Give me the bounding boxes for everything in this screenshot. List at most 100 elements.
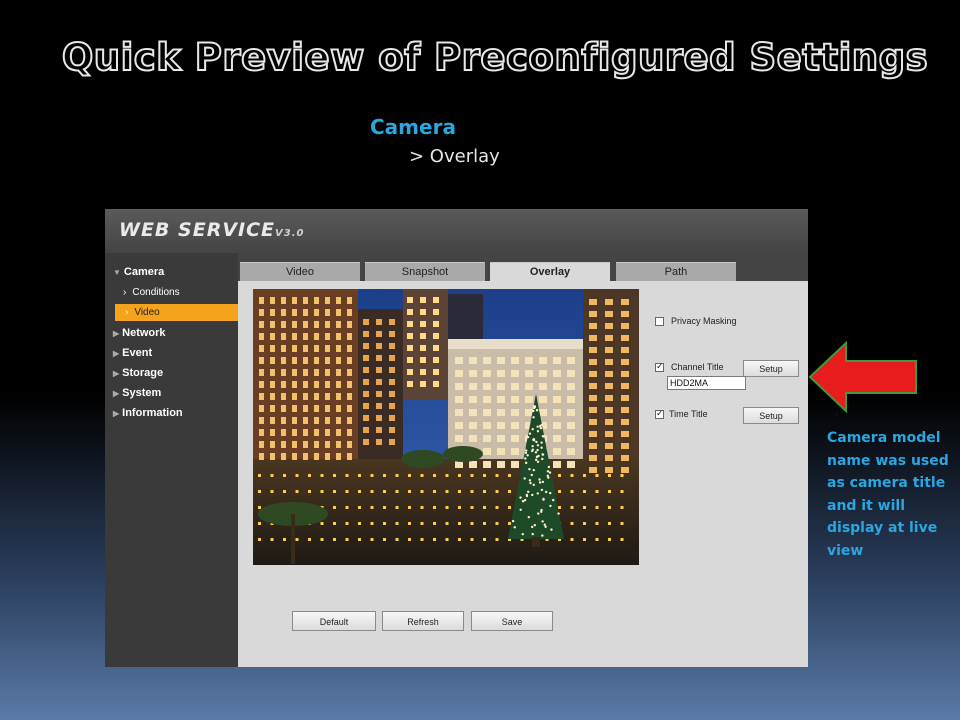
window-light	[346, 474, 349, 477]
sidebar-item-label: Conditions	[132, 287, 179, 298]
window-light	[303, 381, 308, 388]
window-light	[389, 379, 395, 385]
sidebar-item-information[interactable]: ▶ Information	[113, 407, 183, 419]
window-light	[292, 333, 297, 340]
window-light	[589, 299, 597, 305]
window-light	[455, 409, 463, 416]
window-light	[605, 455, 613, 461]
window-light	[314, 333, 319, 340]
sidebar-item-event[interactable]: ▶ Event	[113, 347, 152, 359]
window-light	[303, 441, 308, 448]
privacy-masking-checkbox[interactable]	[655, 317, 664, 326]
channel-title-setup-button[interactable]: Setup	[743, 360, 799, 377]
window-light	[496, 490, 499, 493]
window-light	[558, 506, 561, 509]
tab-snapshot[interactable]: Snapshot	[365, 262, 485, 281]
window-light	[420, 345, 426, 351]
window-light	[389, 367, 395, 373]
window-light	[511, 370, 519, 377]
sidebar-item-storage[interactable]: ▶ Storage	[113, 367, 163, 379]
window-light	[471, 474, 474, 477]
tree-light	[528, 468, 530, 470]
window-light	[389, 391, 395, 397]
channel-title-input[interactable]	[667, 376, 746, 390]
default-button[interactable]: Default	[292, 611, 376, 631]
sidebar-item-network[interactable]: ▶ Network	[113, 327, 166, 339]
window-light	[308, 474, 311, 477]
window-light	[605, 299, 613, 305]
tree-light	[539, 481, 541, 483]
window-light	[558, 474, 561, 477]
window-light	[497, 435, 505, 442]
window-light	[508, 490, 511, 493]
window-light	[283, 490, 286, 493]
tree-light	[525, 452, 527, 454]
city-scene-image	[253, 289, 639, 565]
sidebar-item-conditions[interactable]: › Conditions	[123, 287, 180, 298]
tree-light	[522, 500, 524, 502]
window-light	[433, 381, 439, 387]
window-light	[363, 415, 369, 421]
window-light	[469, 422, 477, 429]
save-button[interactable]: Save	[471, 611, 553, 631]
tree-light	[536, 426, 538, 428]
window-light	[621, 299, 629, 305]
window-light	[553, 448, 561, 455]
sidebar-item-system[interactable]: ▶ System	[113, 387, 161, 399]
check-icon: ✓	[656, 408, 664, 419]
tree-light	[542, 435, 544, 437]
refresh-button[interactable]: Refresh	[382, 611, 464, 631]
window-light	[346, 506, 349, 509]
window-light	[420, 357, 426, 363]
window-light	[336, 381, 341, 388]
window-light	[308, 538, 311, 541]
window-light	[496, 522, 499, 525]
window-light	[281, 297, 286, 304]
window-light	[458, 506, 461, 509]
window-light	[583, 506, 586, 509]
sidebar-item-label: Information	[122, 407, 183, 419]
window-light	[511, 396, 519, 403]
window-light	[333, 522, 336, 525]
window-light	[446, 506, 449, 509]
window-light	[433, 321, 439, 327]
tree-light	[535, 451, 537, 453]
window-light	[346, 522, 349, 525]
window-light	[303, 321, 308, 328]
sidebar-item-video[interactable]: › Video	[115, 304, 238, 321]
channel-title-checkbox[interactable]: ✓	[655, 363, 664, 372]
tab-overlay[interactable]: Overlay	[490, 262, 610, 281]
window-light	[336, 369, 341, 376]
tree-light	[524, 457, 526, 459]
window-light	[583, 522, 586, 525]
window-light	[567, 435, 575, 442]
window-light	[420, 369, 426, 375]
window-light	[511, 422, 519, 429]
tab-video[interactable]: Video	[240, 262, 360, 281]
tree-light	[537, 492, 539, 494]
caret-right-icon: ▶	[113, 349, 119, 358]
window-light	[605, 311, 613, 317]
window-light	[446, 474, 449, 477]
window-light	[408, 522, 411, 525]
tab-path[interactable]: Path	[616, 262, 736, 281]
window-light	[347, 369, 352, 376]
time-title-setup-button[interactable]: Setup	[743, 407, 799, 424]
window-light	[325, 441, 330, 448]
tree-light	[526, 454, 528, 456]
window-light	[363, 367, 369, 373]
sidebar-item-camera[interactable]: ▼ Camera	[113, 266, 164, 278]
window-light	[567, 409, 575, 416]
window-light	[325, 333, 330, 340]
window-light	[292, 453, 297, 460]
window-light	[433, 369, 439, 375]
time-title-checkbox[interactable]: ✓	[655, 410, 664, 419]
tree-light	[527, 436, 529, 438]
window-light	[567, 461, 575, 468]
window-light	[346, 538, 349, 541]
window-light	[303, 429, 308, 436]
window-light	[583, 490, 586, 493]
window-light	[325, 321, 330, 328]
chevron-right-icon: ›	[125, 307, 128, 318]
tree-light	[531, 450, 533, 452]
